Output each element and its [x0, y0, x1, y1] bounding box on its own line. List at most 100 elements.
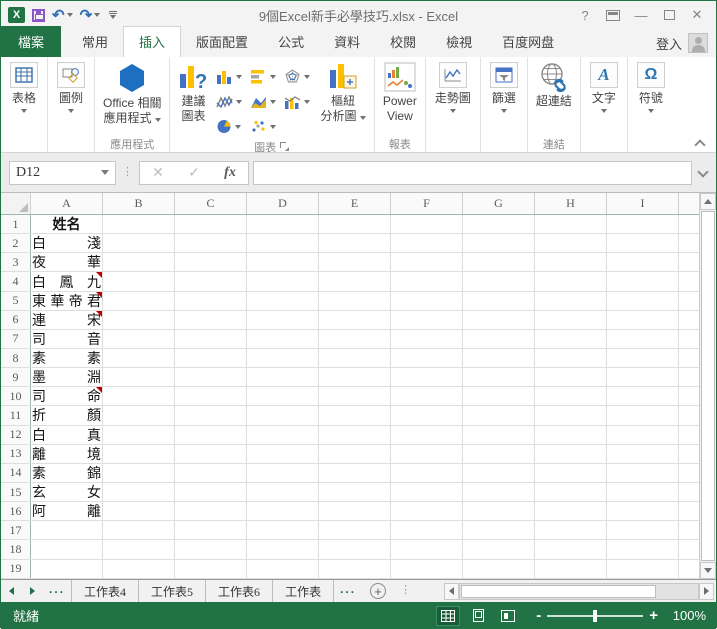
col-header-G[interactable]: G — [463, 193, 535, 214]
sheet-tab[interactable]: 工作表4 — [71, 580, 138, 603]
row-header-11[interactable]: 11 — [1, 406, 31, 424]
cell-C18[interactable] — [175, 540, 247, 558]
cell-G14[interactable] — [463, 464, 535, 482]
cell-F14[interactable] — [391, 464, 463, 482]
cell-H7[interactable] — [535, 330, 607, 348]
cell-F6[interactable] — [391, 311, 463, 329]
cell-A14[interactable]: 素錦 — [31, 464, 103, 482]
cell-H6[interactable] — [535, 311, 607, 329]
cell-D7[interactable] — [247, 330, 319, 348]
ribbon-tab[interactable]: 插入 — [123, 26, 181, 57]
col-header-F[interactable]: F — [391, 193, 463, 214]
cell-partial-9[interactable] — [679, 368, 701, 386]
cell-F17[interactable] — [391, 521, 463, 539]
cell-C9[interactable] — [175, 368, 247, 386]
cell-B18[interactable] — [103, 540, 175, 558]
cell-D9[interactable] — [247, 368, 319, 386]
cell-A19[interactable] — [31, 560, 103, 578]
hyperlink-button[interactable]: 超連結 — [531, 60, 577, 111]
cell-G9[interactable] — [463, 368, 535, 386]
hidden-sheets-left[interactable]: ... — [43, 582, 71, 600]
sheet-tab[interactable]: 工作表5 — [138, 580, 205, 603]
cell-F12[interactable] — [391, 426, 463, 444]
cell-G4[interactable] — [463, 272, 535, 290]
cell-H10[interactable] — [535, 387, 607, 405]
cancel-formula-icon[interactable]: ✕ — [140, 164, 176, 181]
cell-A3[interactable]: 夜華 — [31, 253, 103, 271]
cell-partial-13[interactable] — [679, 445, 701, 463]
cell-D17[interactable] — [247, 521, 319, 539]
ribbon-tab[interactable]: 檢視 — [431, 27, 487, 57]
insert-function-icon[interactable]: fx — [212, 165, 248, 181]
cell-I11[interactable] — [607, 406, 679, 424]
cell-A1[interactable]: 姓名 — [31, 215, 103, 233]
cell-G6[interactable] — [463, 311, 535, 329]
filters-button[interactable]: 篩選 — [484, 60, 524, 115]
cell-partial-18[interactable] — [679, 540, 701, 558]
office-apps-button[interactable]: Office 相關 應用程式 — [98, 60, 166, 128]
cell-E6[interactable] — [319, 311, 391, 329]
cell-G12[interactable] — [463, 426, 535, 444]
cell-partial-15[interactable] — [679, 483, 701, 501]
cell-B6[interactable] — [103, 311, 175, 329]
cell-G8[interactable] — [463, 349, 535, 367]
cell-C2[interactable] — [175, 234, 247, 252]
cell-B1[interactable] — [103, 215, 175, 233]
redo-dropdown-icon[interactable] — [94, 13, 100, 17]
undo-dropdown-icon[interactable] — [67, 13, 73, 17]
pivotchart-button[interactable]: 樞紐分析圖 — [315, 60, 370, 126]
cell-partial-7[interactable] — [679, 330, 701, 348]
ribbon-tab[interactable]: 百度网盘 — [487, 27, 569, 57]
vertical-scrollbar[interactable] — [699, 193, 716, 579]
cell-C6[interactable] — [175, 311, 247, 329]
cell-E18[interactable] — [319, 540, 391, 558]
cell-partial-8[interactable] — [679, 349, 701, 367]
row-header-13[interactable]: 13 — [1, 445, 31, 463]
cell-partial-12[interactable] — [679, 426, 701, 444]
cell-B4[interactable] — [103, 272, 175, 290]
undo-button[interactable]: ↶ — [52, 8, 73, 23]
next-sheet-icon[interactable] — [22, 587, 43, 595]
row-header-2[interactable]: 2 — [1, 234, 31, 252]
page-break-preview-button[interactable] — [496, 606, 520, 626]
cell-B5[interactable] — [103, 292, 175, 310]
collapse-ribbon-icon[interactable] — [694, 138, 706, 148]
cell-E8[interactable] — [319, 349, 391, 367]
cell-E9[interactable] — [319, 368, 391, 386]
cell-F18[interactable] — [391, 540, 463, 558]
cell-E14[interactable] — [319, 464, 391, 482]
cell-H17[interactable] — [535, 521, 607, 539]
cell-C8[interactable] — [175, 349, 247, 367]
cell-I8[interactable] — [607, 349, 679, 367]
cell-G16[interactable] — [463, 502, 535, 520]
cell-B13[interactable] — [103, 445, 175, 463]
ribbon-tab[interactable]: 版面配置 — [181, 27, 263, 57]
column-chart-button[interactable] — [213, 69, 247, 84]
cell-H13[interactable] — [535, 445, 607, 463]
cell-B8[interactable] — [103, 349, 175, 367]
cell-I3[interactable] — [607, 253, 679, 271]
cell-A8[interactable]: 素素 — [31, 349, 103, 367]
cell-B7[interactable] — [103, 330, 175, 348]
cell-E12[interactable] — [319, 426, 391, 444]
cell-G3[interactable] — [463, 253, 535, 271]
cell-I13[interactable] — [607, 445, 679, 463]
cell-D19[interactable] — [247, 560, 319, 578]
zoom-out-button[interactable]: - — [536, 608, 541, 623]
cell-partial-14[interactable] — [679, 464, 701, 482]
scroll-left-icon[interactable] — [444, 583, 459, 600]
cell-A15[interactable]: 玄女 — [31, 483, 103, 501]
row-header-9[interactable]: 9 — [1, 368, 31, 386]
expand-formula-bar-icon[interactable] — [696, 166, 710, 180]
cell-D5[interactable] — [247, 292, 319, 310]
cell-partial-6[interactable] — [679, 311, 701, 329]
row-header-3[interactable]: 3 — [1, 253, 31, 271]
row-header-1[interactable]: 1 — [1, 215, 31, 233]
normal-view-button[interactable] — [436, 606, 460, 626]
cell-F3[interactable] — [391, 253, 463, 271]
page-layout-view-button[interactable] — [466, 606, 490, 626]
cell-H5[interactable] — [535, 292, 607, 310]
enter-formula-icon[interactable]: ✓ — [176, 164, 212, 181]
cell-H1[interactable] — [535, 215, 607, 233]
cell-A10[interactable]: 司命 — [31, 387, 103, 405]
